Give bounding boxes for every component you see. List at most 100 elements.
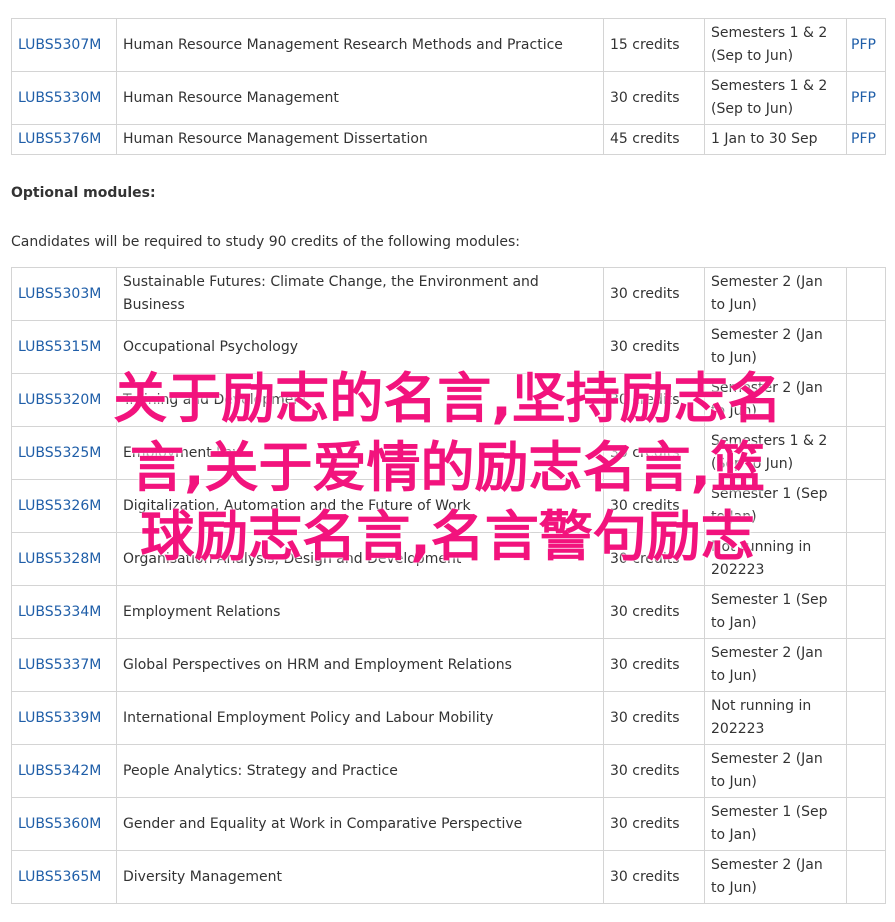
module-form-cell (846, 850, 886, 904)
module-credits: 30 credits (603, 373, 705, 427)
module-period: Semester 2 (Jan to Jun) (704, 267, 847, 321)
table-row: LUBS5376M Human Resource Management Disse… (11, 124, 886, 155)
table-row: LUBS5303M Sustainable Futures: Climate Ch… (11, 267, 886, 321)
module-credits: 30 credits (603, 797, 705, 851)
module-period: Semester 2 (Jan to Jun) (704, 850, 847, 904)
module-code-cell: LUBS5365M (11, 850, 117, 904)
optional-modules-heading: Optional modules: (11, 185, 156, 201)
module-form-cell (846, 426, 886, 480)
module-code-link[interactable]: LUBS5330M (18, 90, 101, 106)
module-period: Semester 1 (Sep to Jan) (704, 585, 847, 639)
table-row: LUBS5315M Occupational Psychology 30 credi… (11, 320, 886, 374)
module-title: People Analytics: Strategy and Practice (116, 744, 604, 798)
module-period: Semesters 1 & 2 (Sep to Jun) (704, 426, 847, 480)
module-title: Organisation Analysis, Design and Develo… (116, 532, 604, 586)
module-credits: 30 credits (603, 320, 705, 374)
module-code-link[interactable]: LUBS5365M (18, 869, 101, 885)
module-title: International Employment Policy and Labo… (116, 691, 604, 745)
module-title: Employment Relations (116, 585, 604, 639)
module-title: Global Perspectives on HRM and Employmen… (116, 638, 604, 692)
module-credits: 30 credits (603, 850, 705, 904)
module-form-cell: PFP (846, 124, 886, 155)
module-credits: 30 credits (603, 532, 705, 586)
module-code-link[interactable]: LUBS5342M (18, 763, 101, 779)
table-row: LUBS5328M Organisation Analysis, Design a… (11, 532, 886, 586)
module-form-cell (846, 797, 886, 851)
module-code-link[interactable]: LUBS5303M (18, 286, 101, 302)
module-period: 1 Jan to 30 Sep (704, 124, 847, 155)
table-row: LUBS5307M Human Resource Management Resea… (11, 18, 886, 72)
module-code-cell: LUBS5339M (11, 691, 117, 745)
module-code-cell: LUBS5320M (11, 373, 117, 427)
table-row: LUBS5325M Employment Law 30 credits Semeste… (11, 426, 886, 480)
table-row: LUBS5320M Training and Development 30 cred… (11, 373, 886, 427)
module-period: Not running in 202223 (704, 532, 847, 586)
module-code-link[interactable]: LUBS5376M (18, 131, 101, 147)
module-period: Semester 2 (Jan to Jun) (704, 638, 847, 692)
module-code-link[interactable]: LUBS5328M (18, 551, 101, 567)
module-form-link[interactable]: PFP (851, 131, 876, 147)
module-code-cell: LUBS5342M (11, 744, 117, 798)
module-code-cell: LUBS5330M (11, 71, 117, 125)
module-credits: 30 credits (603, 638, 705, 692)
module-period: Semesters 1 & 2 (Sep to Jun) (704, 71, 847, 125)
module-code-cell: LUBS5307M (11, 18, 117, 72)
optional-modules-intro: Candidates will be required to study 90 … (11, 234, 520, 250)
optional-modules-table: LUBS5303M Sustainable Futures: Climate Ch… (11, 267, 886, 904)
module-title: Occupational Psychology (116, 320, 604, 374)
table-row: LUBS5334M Employment Relations 30 credits S… (11, 585, 886, 639)
module-credits: 30 credits (603, 691, 705, 745)
module-title: Human Resource Management (116, 71, 604, 125)
module-form-link[interactable]: PFP (851, 37, 876, 53)
module-title: Human Resource Management Research Metho… (116, 18, 604, 72)
module-code-cell: LUBS5360M (11, 797, 117, 851)
module-period: Semester 1 (Sep to Jan) (704, 479, 847, 533)
module-code-link[interactable]: LUBS5325M (18, 445, 101, 461)
module-code-cell: LUBS5315M (11, 320, 117, 374)
module-form-link[interactable]: PFP (851, 90, 876, 106)
module-title: Sustainable Futures: Climate Change, the… (116, 267, 604, 321)
module-code-cell: LUBS5326M (11, 479, 117, 533)
module-title: Digitalization, Automation and the Futur… (116, 479, 604, 533)
module-code-cell: LUBS5376M (11, 124, 117, 155)
module-period: Not running in 202223 (704, 691, 847, 745)
module-code-link[interactable]: LUBS5339M (18, 710, 101, 726)
module-form-cell (846, 267, 886, 321)
module-period: Semester 1 (Sep to Jan) (704, 797, 847, 851)
page-content: LUBS5307M Human Resource Management Resea… (11, 0, 886, 904)
module-title: Human Resource Management Dissertation (116, 124, 604, 155)
module-code-link[interactable]: LUBS5320M (18, 392, 101, 408)
module-code-link[interactable]: LUBS5334M (18, 604, 101, 620)
module-period: Semester 2 (Jan to Jun) (704, 320, 847, 374)
module-code-link[interactable]: LUBS5337M (18, 657, 101, 673)
module-code-cell: LUBS5337M (11, 638, 117, 692)
module-credits: 30 credits (603, 71, 705, 125)
table-row: LUBS5330M Human Resource Management 30 cre… (11, 71, 886, 125)
module-code-cell: LUBS5328M (11, 532, 117, 586)
module-form-cell: PFP (846, 18, 886, 72)
module-form-cell (846, 744, 886, 798)
module-form-cell (846, 585, 886, 639)
module-credits: 30 credits (603, 585, 705, 639)
table-row: LUBS5337M Global Perspectives on HRM and … (11, 638, 886, 692)
module-code-link[interactable]: LUBS5315M (18, 339, 101, 355)
module-code-link[interactable]: LUBS5326M (18, 498, 101, 514)
core-modules-table: LUBS5307M Human Resource Management Resea… (11, 18, 886, 155)
module-code-link[interactable]: LUBS5360M (18, 816, 101, 832)
module-form-cell (846, 532, 886, 586)
module-title: Training and Development (116, 373, 604, 427)
module-credits: 30 credits (603, 744, 705, 798)
module-credits: 30 credits (603, 267, 705, 321)
module-title: Gender and Equality at Work in Comparati… (116, 797, 604, 851)
module-form-cell (846, 373, 886, 427)
module-code-cell: LUBS5303M (11, 267, 117, 321)
module-code-link[interactable]: LUBS5307M (18, 37, 101, 53)
module-form-cell (846, 691, 886, 745)
module-code-cell: LUBS5325M (11, 426, 117, 480)
module-form-cell (846, 320, 886, 374)
module-credits: 15 credits (603, 18, 705, 72)
module-form-cell (846, 638, 886, 692)
module-period: Semester 2 (Jan to Jun) (704, 744, 847, 798)
module-period: Semester 2 (Jan to Jun) (704, 373, 847, 427)
module-code-cell: LUBS5334M (11, 585, 117, 639)
